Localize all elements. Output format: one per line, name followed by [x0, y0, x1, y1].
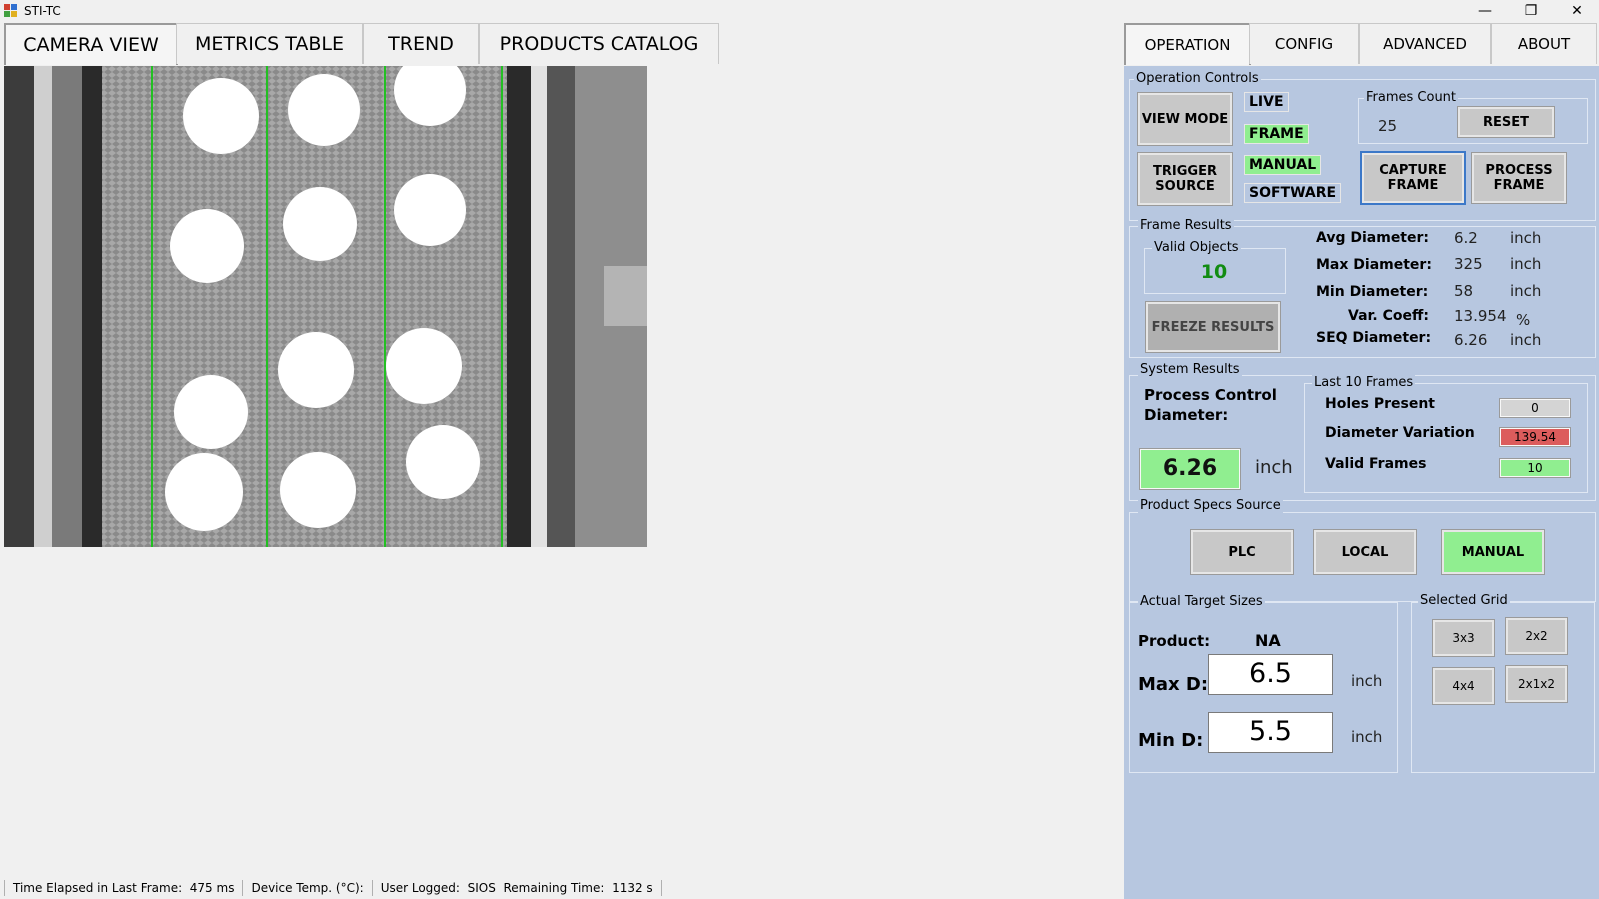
- diameter-variation-indicator: 139.54: [1499, 427, 1571, 447]
- selected-grid-label: Selected Grid: [1418, 593, 1510, 608]
- restore-icon[interactable]: ❐: [1509, 0, 1553, 22]
- frames-count-label: Frames Count: [1364, 90, 1459, 105]
- last-frames-label: Last 10 Frames: [1312, 375, 1416, 390]
- grid-2x1x2-button[interactable]: 2x1x2: [1505, 665, 1568, 703]
- min-diameter-label: Min Diameter:: [1316, 284, 1429, 300]
- valid-frames-label: Valid Frames: [1325, 456, 1427, 472]
- process-control-unit: inch: [1255, 457, 1293, 478]
- max-diameter-value: 325: [1454, 255, 1483, 273]
- seq-diameter-value: 6.26: [1454, 331, 1488, 349]
- freeze-results-button[interactable]: FREEZE RESULTS: [1145, 301, 1281, 353]
- plc-source-button[interactable]: PLC: [1190, 529, 1294, 575]
- grid-2x2-button[interactable]: 2x2: [1505, 617, 1568, 655]
- product-value: NA: [1255, 631, 1281, 650]
- detected-object: [394, 174, 466, 246]
- max-d-unit: inch: [1351, 672, 1383, 690]
- elapsed-time-status: Time Elapsed in Last Frame: 475 ms: [4, 880, 244, 896]
- operation-panel: Operation Controls VIEW MODE TRIGGER SOU…: [1124, 66, 1599, 899]
- grid-3x3-button[interactable]: 3x3: [1432, 619, 1495, 657]
- tab-products-catalog[interactable]: PRODUCTS CATALOG: [479, 23, 719, 64]
- target-sizes-label: Actual Target Sizes: [1138, 594, 1265, 609]
- window-title: STI-TC: [24, 4, 61, 18]
- remaining-value: 1132 s: [612, 881, 653, 895]
- user-label: User Logged:: [380, 881, 460, 895]
- max-d-input[interactable]: 6.5: [1208, 654, 1333, 695]
- avg-diameter-value: 6.2: [1454, 229, 1478, 247]
- app-icon: [4, 4, 17, 17]
- max-d-label: Max D:: [1138, 674, 1209, 695]
- detected-object: [406, 425, 480, 499]
- detected-object: [165, 453, 243, 531]
- min-d-unit: inch: [1351, 728, 1383, 746]
- trigger-source-button[interactable]: TRIGGER SOURCE: [1137, 152, 1233, 206]
- var-coeff-value: 13.954: [1454, 307, 1507, 325]
- manual-trigger-indicator: MANUAL: [1244, 155, 1322, 175]
- valid-objects-label: Valid Objects: [1152, 240, 1241, 255]
- remaining-label: Remaining Time:: [503, 881, 605, 895]
- software-trigger-indicator: SOFTWARE: [1244, 183, 1342, 203]
- detected-object: [183, 78, 259, 154]
- min-diameter-value: 58: [1454, 282, 1474, 300]
- frame-results-label: Frame Results: [1138, 218, 1234, 233]
- seq-diameter-label: SEQ Diameter:: [1316, 330, 1432, 346]
- product-specs-label: Product Specs Source: [1138, 498, 1283, 513]
- detected-object: [170, 209, 244, 283]
- tab-metrics-table[interactable]: METRICS TABLE: [176, 23, 363, 64]
- detected-object: [280, 452, 356, 528]
- valid-objects-value: 10: [1200, 261, 1228, 283]
- tab-config[interactable]: CONFIG: [1249, 23, 1359, 64]
- process-control-label: Process Control Diameter:: [1144, 386, 1277, 424]
- diameter-variation-label: Diameter Variation: [1325, 425, 1475, 441]
- user-value: SIOS: [467, 881, 496, 895]
- product-label: Product:: [1138, 632, 1211, 650]
- user-status: User Logged: SIOS Remaining Time: 1132 s: [373, 880, 662, 896]
- avg-diameter-unit: inch: [1510, 229, 1542, 247]
- tab-camera-view[interactable]: CAMERA VIEW: [4, 23, 178, 65]
- detected-object: [283, 187, 357, 261]
- camera-frame: [4, 66, 647, 547]
- local-source-button[interactable]: LOCAL: [1313, 529, 1417, 575]
- reset-button[interactable]: RESET: [1457, 106, 1555, 138]
- detected-object: [386, 328, 462, 404]
- manual-source-button[interactable]: MANUAL: [1441, 529, 1545, 575]
- device-temp-label: Device Temp. (°C):: [251, 881, 364, 895]
- camera-image: [4, 66, 647, 547]
- valid-frames-indicator: 10: [1499, 458, 1571, 478]
- grid-4x4-button[interactable]: 4x4: [1432, 667, 1495, 705]
- holes-present-indicator: 0: [1499, 398, 1571, 418]
- holes-present-label: Holes Present: [1325, 396, 1435, 412]
- process-control-value: 6.26: [1139, 448, 1241, 490]
- system-results-label: System Results: [1138, 362, 1242, 377]
- var-coeff-unit: %: [1516, 311, 1531, 329]
- capture-frame-button[interactable]: CAPTURE FRAME: [1360, 151, 1466, 205]
- status-bar: Time Elapsed in Last Frame: 475 ms Devic…: [0, 877, 1124, 899]
- elapsed-value: 475 ms: [189, 881, 235, 895]
- min-d-input[interactable]: 5.5: [1208, 712, 1333, 753]
- tab-about[interactable]: ABOUT: [1491, 23, 1597, 64]
- view-mode-button[interactable]: VIEW MODE: [1137, 92, 1233, 146]
- min-d-label: Min D:: [1138, 730, 1204, 751]
- device-temp-status: Device Temp. (°C):: [243, 880, 373, 896]
- min-diameter-unit: inch: [1510, 282, 1542, 300]
- frame-indicator: FRAME: [1244, 124, 1309, 144]
- avg-diameter-label: Avg Diameter:: [1316, 230, 1429, 246]
- detected-object: [278, 332, 354, 408]
- max-diameter-unit: inch: [1510, 255, 1542, 273]
- process-frame-button[interactable]: PROCESS FRAME: [1471, 152, 1567, 204]
- seq-diameter-unit: inch: [1510, 331, 1542, 349]
- live-indicator: LIVE: [1244, 92, 1289, 112]
- max-diameter-label: Max Diameter:: [1316, 257, 1432, 273]
- minimize-icon[interactable]: —: [1463, 0, 1507, 22]
- tab-advanced[interactable]: ADVANCED: [1359, 23, 1491, 64]
- detected-object: [288, 74, 360, 146]
- close-icon[interactable]: ✕: [1555, 0, 1599, 22]
- tab-operation[interactable]: OPERATION: [1124, 23, 1251, 65]
- var-coeff-label: Var. Coeff:: [1348, 308, 1429, 324]
- elapsed-label: Time Elapsed in Last Frame:: [13, 881, 183, 895]
- detected-object: [174, 375, 248, 449]
- title-bar: STI-TC — ❐ ✕: [0, 0, 1599, 22]
- frames-count-value: 25: [1378, 117, 1398, 135]
- tab-trend[interactable]: TREND: [363, 23, 479, 64]
- operation-controls-label: Operation Controls: [1134, 71, 1261, 86]
